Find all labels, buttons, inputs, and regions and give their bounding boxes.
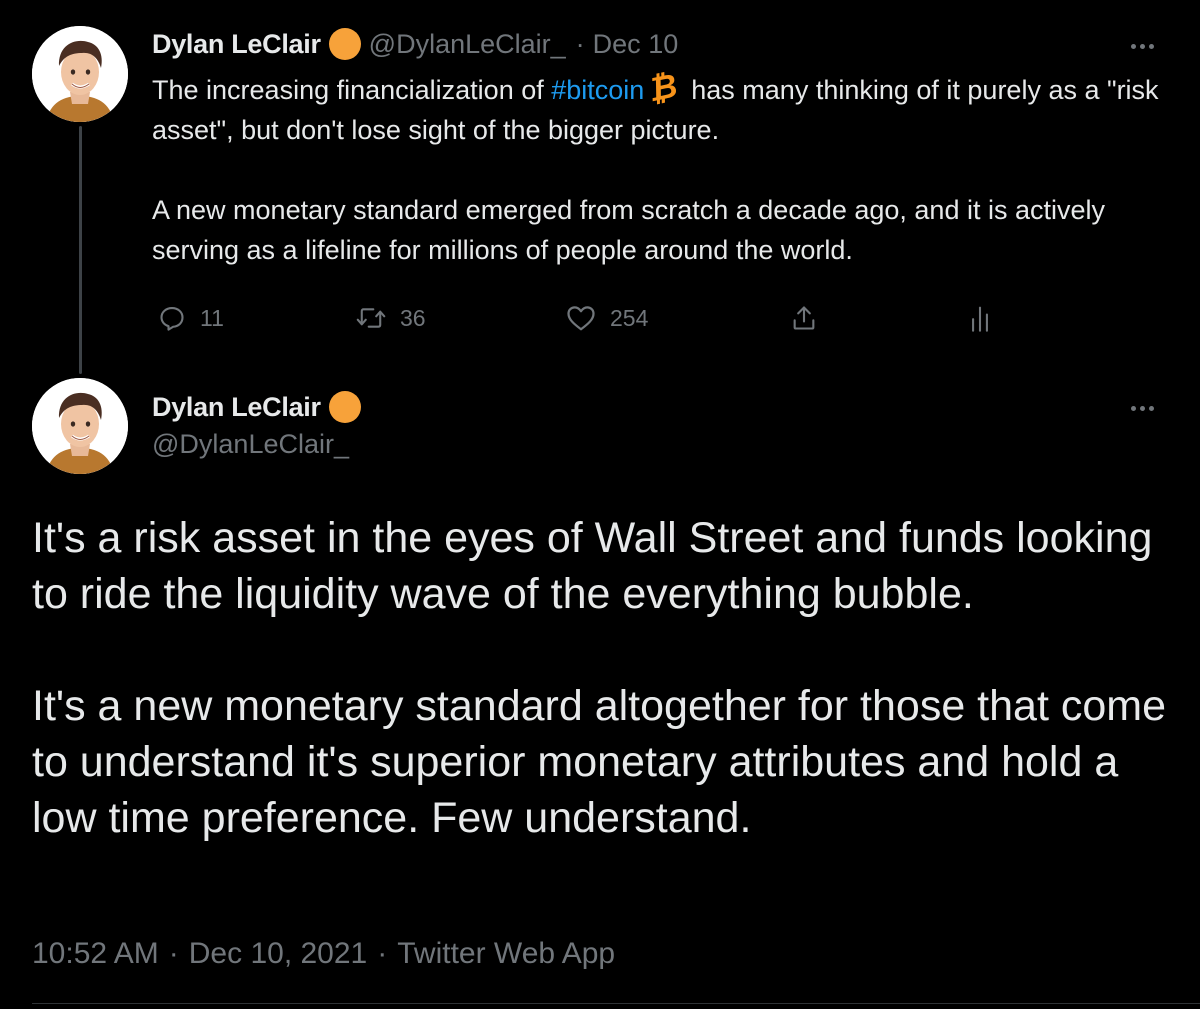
verified-badge-icon	[328, 28, 361, 60]
divider	[32, 1003, 1200, 1004]
retweet-icon	[356, 308, 386, 328]
separator: ·	[377, 937, 388, 970]
reply-button[interactable]: 11	[158, 298, 224, 338]
like-button[interactable]: 254	[566, 298, 648, 338]
like-count: 254	[610, 304, 649, 331]
tweet-actions: 11 36 254	[152, 298, 1052, 338]
heart-icon	[567, 306, 595, 331]
tweet-paragraph: It's a risk asset in the eyes of Wall St…	[32, 514, 1153, 618]
tweet-paragraph: It's a new monetary standard altogether …	[32, 682, 1166, 842]
tweet-header: Dylan LeClair	[152, 389, 369, 425]
tweet-time[interactable]: 10:52 AM	[32, 937, 159, 970]
tweet-paragraph: The increasing financialization of #bitc…	[152, 66, 1182, 150]
handle[interactable]: @DylanLeClair_	[369, 26, 566, 62]
post-date[interactable]: Dec 10	[593, 26, 679, 62]
tweet-paragraph: A new monetary standard emerged from scr…	[152, 195, 1106, 265]
bitcoin-icon: ₿	[644, 66, 681, 109]
share-icon	[793, 306, 815, 330]
tweet-header: Dylan LeClair @DylanLeClair_ · Dec 10	[152, 26, 678, 62]
analytics-button[interactable]	[968, 298, 992, 338]
tweet-source[interactable]: Twitter Web App	[397, 937, 615, 970]
display-name[interactable]: Dylan LeClair	[152, 26, 321, 62]
tweet-text: The increasing financialization of #bitc…	[152, 66, 1182, 270]
tweet-text-segment: The increasing financialization of	[152, 75, 552, 105]
avatar[interactable]	[32, 26, 128, 122]
retweet-button[interactable]: 36	[356, 298, 426, 338]
reply-icon	[160, 307, 184, 331]
share-button[interactable]	[790, 298, 818, 338]
avatar[interactable]	[32, 378, 128, 474]
more-options-icon[interactable]	[1131, 398, 1154, 418]
tweet-date[interactable]: Dec 10, 2021	[189, 937, 367, 970]
retweet-count: 36	[400, 304, 426, 331]
more-options-icon[interactable]	[1131, 36, 1154, 56]
handle[interactable]: @DylanLeClair_	[152, 426, 349, 462]
tweet-text: It's a risk asset in the eyes of Wall St…	[32, 510, 1182, 846]
separator: ·	[575, 29, 585, 59]
verified-badge-icon	[328, 391, 361, 423]
display-name[interactable]: Dylan LeClair	[152, 389, 321, 425]
thread-connector-line	[79, 126, 82, 374]
tweet-metadata: 10:52 AM · Dec 10, 2021 · Twitter Web App	[32, 934, 615, 974]
hashtag-link[interactable]: #bitcoin	[551, 75, 644, 105]
separator: ·	[168, 937, 179, 970]
analytics-icon	[972, 306, 988, 332]
reply-count: 11	[200, 304, 224, 331]
